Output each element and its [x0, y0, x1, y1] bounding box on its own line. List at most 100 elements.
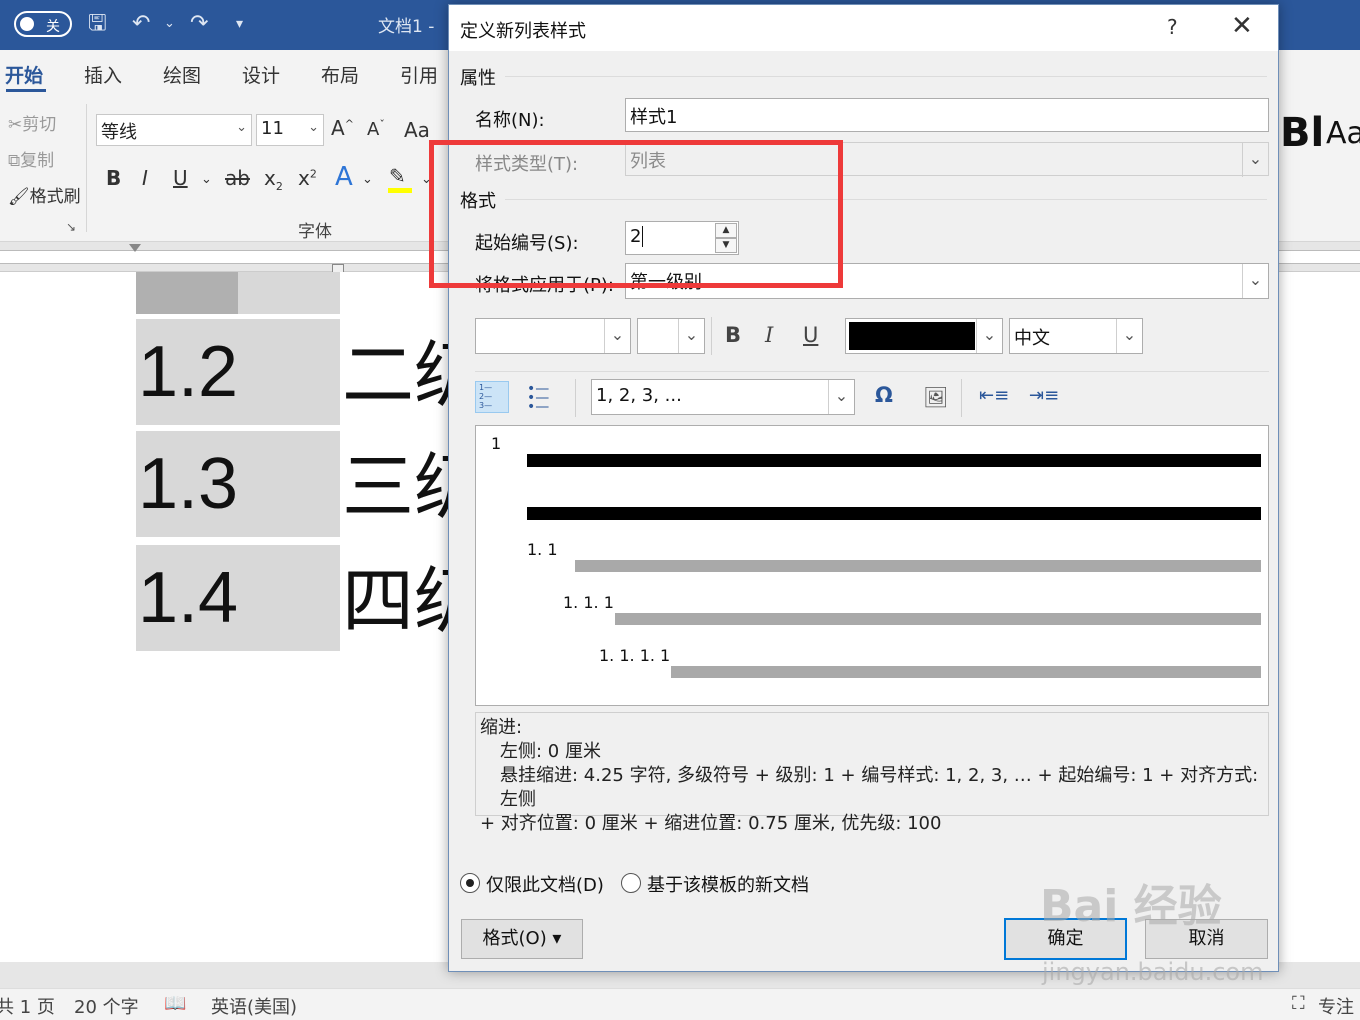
- increase-indent-icon[interactable]: ⇥≡: [1029, 385, 1059, 406]
- chevron-down-icon: ⌄: [1242, 264, 1268, 298]
- list-number-cell[interactable]: 1.2: [136, 319, 340, 425]
- subscript-button[interactable]: x2: [264, 166, 283, 193]
- font-color-select[interactable]: ⌄: [845, 318, 1003, 354]
- cut-button[interactable]: ✂剪切: [8, 110, 56, 135]
- toolbar-separator: [575, 379, 576, 417]
- radio-selected-dot: [466, 879, 474, 887]
- font-name-select[interactable]: 等线 ⌄: [96, 114, 252, 146]
- numbering-button[interactable]: 1— 2— 3—: [475, 381, 509, 413]
- tab-design[interactable]: 设计: [242, 61, 280, 88]
- copy-label: 复制: [20, 151, 55, 171]
- chevron-down-icon: ⌄: [308, 120, 319, 135]
- word-count[interactable]: 20 个字: [74, 993, 139, 1019]
- radio-this-document-label[interactable]: 仅限此文档(D): [486, 871, 604, 897]
- style-description: 缩进: 左侧: 0 厘米 悬挂缩进: 4.25 字符, 多级符号 + 级别: 1…: [475, 712, 1269, 834]
- font-size-value: 11: [261, 118, 284, 139]
- bold-button[interactable]: B: [725, 323, 741, 347]
- symbol-omega-icon[interactable]: Ω: [875, 383, 893, 407]
- style-gallery-item-title[interactable]: Aa: [1326, 116, 1360, 151]
- preview-level-3-line: [615, 613, 1261, 625]
- underline-button[interactable]: U: [803, 323, 818, 347]
- document-title: 文档1 -: [378, 17, 435, 37]
- first-line-indent-marker[interactable]: [129, 244, 141, 252]
- list-number-cell[interactable]: 1.3: [136, 431, 340, 537]
- toggle-knob: [20, 17, 34, 31]
- format-painter-button[interactable]: 🖌格式刷: [8, 182, 81, 207]
- list-number-cell[interactable]: 1.4: [136, 545, 340, 651]
- font-size-select[interactable]: 11 ⌄: [256, 114, 324, 146]
- name-label: 名称(N):: [475, 110, 545, 131]
- customize-toolbar-icon[interactable]: ▾: [236, 10, 243, 38]
- active-tab-indicator: [6, 89, 46, 92]
- style-gallery-item-heading[interactable]: Bl: [1280, 110, 1324, 156]
- page-count[interactable]: 共 1 页: [0, 993, 55, 1019]
- underline-dropdown-icon[interactable]: ⌄: [201, 172, 212, 187]
- tab-layout[interactable]: 布局: [321, 61, 359, 88]
- section-divider: [505, 76, 1267, 77]
- italic-button[interactable]: I: [142, 166, 148, 190]
- undo-dropdown-icon[interactable]: ⌄: [164, 10, 175, 38]
- number-style-select[interactable]: 1, 2, 3, ... ⌄: [591, 379, 855, 415]
- tab-draw[interactable]: 绘图: [163, 61, 201, 88]
- tab-references[interactable]: 引用: [400, 61, 438, 88]
- name-input[interactable]: 样式1: [625, 98, 1269, 132]
- toolbar-separator: [711, 317, 712, 355]
- chevron-down-icon: ⌄: [236, 120, 247, 135]
- change-case-button[interactable]: Aa: [404, 118, 430, 142]
- grow-font-button[interactable]: A^: [331, 116, 354, 140]
- radio-this-document[interactable]: [460, 873, 480, 893]
- focus-icon[interactable]: ⛶: [1292, 993, 1305, 1014]
- chevron-down-icon: ⌄: [1116, 319, 1142, 353]
- format-button[interactable]: 格式(O) ▾: [461, 919, 583, 959]
- highlight-icon[interactable]: ✎: [389, 164, 406, 188]
- dialog-title-bar: 定义新列表样式 ? ✕: [449, 5, 1278, 51]
- proofing-icon[interactable]: 📖: [164, 993, 186, 1014]
- preview-level-1-line: [527, 507, 1261, 520]
- underline-button[interactable]: U: [173, 166, 188, 190]
- copy-button[interactable]: ⧉复制: [8, 146, 54, 171]
- text-effects-icon[interactable]: A: [335, 162, 353, 192]
- shrink-font-button[interactable]: Aˇ: [367, 118, 385, 140]
- font-group-label: 字体: [298, 222, 332, 242]
- save-icon[interactable]: 🖫: [88, 10, 107, 38]
- size-select[interactable]: ⌄: [637, 318, 705, 354]
- bold-button[interactable]: B: [106, 166, 121, 190]
- tab-home[interactable]: 开始: [5, 61, 43, 88]
- clipboard-launcher-icon[interactable]: ↘: [66, 220, 76, 234]
- preview-level-1-line: [527, 454, 1261, 467]
- cut-label: 剪切: [22, 115, 57, 135]
- watermark-url: jingyan.baidu.com: [1042, 958, 1264, 986]
- highlight-color-swatch: [388, 188, 412, 193]
- text-effects-dropdown-icon[interactable]: ⌄: [362, 172, 373, 187]
- autosave-toggle[interactable]: 关: [14, 11, 72, 37]
- font-color-swatch: [849, 322, 975, 350]
- focus-mode-label[interactable]: 专注: [1318, 993, 1354, 1019]
- language-value: 中文: [1014, 328, 1050, 349]
- preview-level-4-number: 1. 1. 1. 1: [599, 646, 671, 665]
- selected-cell-fragment: [136, 272, 238, 314]
- picture-bullet-icon[interactable]: 🖼: [923, 385, 948, 409]
- close-button[interactable]: ✕: [1231, 11, 1253, 41]
- format-painter-label: 格式刷: [29, 187, 81, 207]
- radio-new-documents[interactable]: [621, 873, 641, 893]
- preview-level-1-number: 1: [491, 434, 502, 453]
- superscript-button[interactable]: x2: [298, 166, 317, 190]
- language-select[interactable]: 中文 ⌄: [1009, 318, 1143, 354]
- chevron-down-icon: ⌄: [976, 319, 1002, 353]
- help-button[interactable]: ?: [1167, 15, 1178, 39]
- undo-icon[interactable]: ↶: [132, 10, 150, 38]
- watermark-logo: Bai 经验: [1040, 881, 1222, 932]
- preview-level-4-line: [671, 666, 1261, 678]
- tab-insert[interactable]: 插入: [84, 61, 122, 88]
- language-indicator[interactable]: 英语(美国): [211, 993, 297, 1019]
- description-line: 悬挂缩进: 4.25 字符, 多级符号 + 级别: 1 + 编号样式: 1, 2…: [500, 765, 1259, 810]
- annotation-highlight-box: [429, 140, 843, 288]
- radio-new-documents-label[interactable]: 基于该模板的新文档: [647, 871, 809, 897]
- italic-button[interactable]: I: [765, 323, 773, 347]
- redo-icon[interactable]: ↷: [190, 10, 208, 38]
- font-select[interactable]: ⌄: [475, 318, 631, 354]
- properties-section-label: 属性: [460, 68, 496, 89]
- strikethrough-button[interactable]: ab: [225, 166, 250, 190]
- bulleted-list-icon[interactable]: •— •— •—: [527, 382, 549, 414]
- decrease-indent-icon[interactable]: ⇤≡: [979, 385, 1009, 406]
